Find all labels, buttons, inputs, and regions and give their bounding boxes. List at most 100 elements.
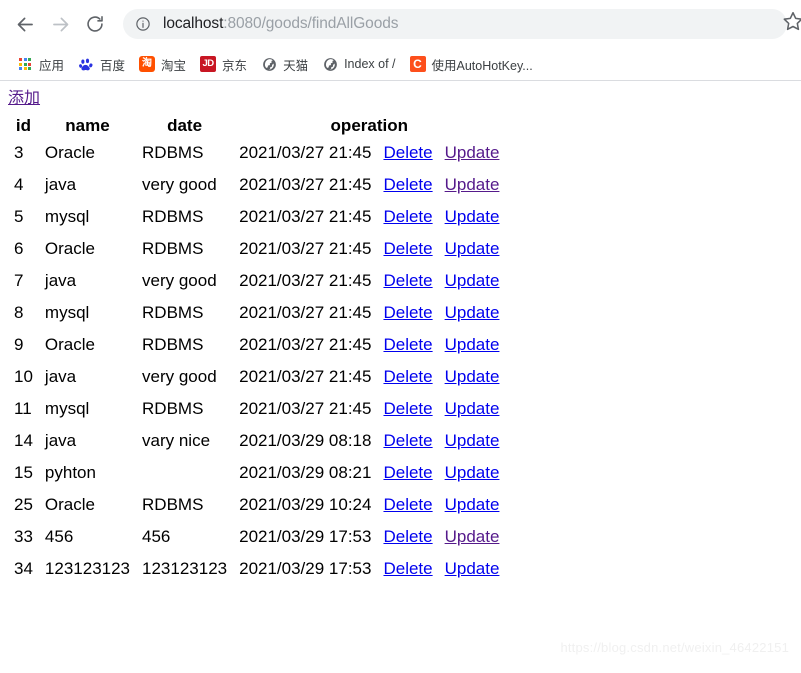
cell-description: RDBMS: [142, 495, 204, 514]
arrow-left-icon: [15, 14, 36, 35]
taobao-icon: 淘: [139, 56, 156, 72]
delete-link[interactable]: Delete: [383, 367, 432, 386]
update-link[interactable]: Update: [445, 143, 500, 162]
cell-delete: Delete: [377, 489, 438, 521]
table-row: 11 mysql RDBMS 2021/03/27 21:45 Delete Update: [8, 393, 505, 425]
cell-name: mysql: [44, 207, 90, 226]
delete-link[interactable]: Delete: [383, 527, 432, 546]
cell-delete: Delete: [377, 201, 438, 233]
update-link[interactable]: Update: [445, 399, 500, 418]
delete-link[interactable]: Delete: [383, 239, 432, 258]
bookmark-taobao[interactable]: 淘 淘宝: [133, 52, 192, 76]
update-link[interactable]: Update: [445, 239, 500, 258]
column-header-date: date: [167, 116, 203, 135]
column-header-operation: operation: [330, 116, 408, 135]
bookmark-jd[interactable]: JD 京东: [194, 52, 253, 76]
star-outline-icon: [782, 10, 801, 37]
update-link[interactable]: Update: [445, 303, 500, 322]
update-link[interactable]: Update: [445, 495, 500, 514]
cell-update: Update: [439, 137, 506, 169]
delete-link[interactable]: Delete: [383, 431, 432, 450]
update-link[interactable]: Update: [445, 559, 500, 578]
bookmark-label: Index of /: [344, 57, 396, 71]
bookmark-label: 百度: [100, 58, 126, 73]
cell-description: RDBMS: [142, 207, 204, 226]
update-link[interactable]: Update: [445, 271, 500, 290]
cell-id: 10: [14, 367, 33, 386]
cell-name: Oracle: [44, 495, 95, 514]
delete-link[interactable]: Delete: [383, 399, 432, 418]
delete-link[interactable]: Delete: [383, 559, 432, 578]
bookmark-index-of[interactable]: Index of /: [316, 52, 401, 76]
delete-link[interactable]: Delete: [383, 335, 432, 354]
bookmark-baidu[interactable]: 百度: [72, 52, 131, 76]
cell-id: 5: [14, 207, 24, 226]
cell-id: 25: [14, 495, 33, 514]
cell-update: Update: [439, 297, 506, 329]
cell-date: 2021/03/29 08:21: [239, 463, 372, 482]
cell-description: [136, 457, 233, 489]
cell-id: 3: [14, 143, 24, 162]
info-circle-icon[interactable]: [134, 15, 152, 33]
cell-date: 2021/03/29 10:24: [239, 495, 372, 514]
delete-link[interactable]: Delete: [383, 463, 432, 482]
cell-description: very good: [142, 367, 217, 386]
column-header-name: name: [65, 116, 110, 135]
cell-description: RDBMS: [142, 143, 204, 162]
cell-id: 14: [14, 431, 33, 450]
table-row: 14 java vary nice 2021/03/29 08:18 Delete Upd…: [8, 425, 505, 457]
table-row: 5 mysql RDBMS 2021/03/27 21:45 Delete Update: [8, 201, 505, 233]
table-row: 3 Oracle RDBMS 2021/03/27 21:45 Delete Update: [8, 137, 505, 169]
table-body: 3 Oracle RDBMS 2021/03/27 21:45 Delete Update…: [8, 137, 505, 585]
bookmark-label: 应用: [39, 58, 65, 73]
cell-id: 34: [14, 559, 33, 578]
update-link[interactable]: Update: [445, 431, 500, 450]
delete-link[interactable]: Delete: [383, 303, 432, 322]
delete-link[interactable]: Delete: [383, 271, 432, 290]
back-button[interactable]: [10, 9, 40, 39]
reload-icon: [85, 14, 105, 34]
apps-grid-icon: [17, 56, 33, 72]
table-row: 9 Oracle RDBMS 2021/03/27 21:45 Delete Update: [8, 329, 505, 361]
update-link[interactable]: Update: [445, 463, 500, 482]
cell-date: 2021/03/27 21:45: [239, 271, 372, 290]
bookmark-autohotkey[interactable]: C 使用AutoHotKey...: [404, 52, 539, 76]
bookmarks-bar: 应用 百度 淘 淘宝 JD 京东 天猫 Index of / C 使用AutoH…: [0, 48, 801, 81]
update-link[interactable]: Update: [445, 207, 500, 226]
cell-description: 456: [142, 527, 171, 546]
page-content: 添加 id name date operation 3 Oracle RDBMS 20…: [0, 81, 801, 673]
bookmark-tmall[interactable]: 天猫: [255, 52, 314, 76]
cell-name: java: [44, 367, 77, 386]
cell-name: java: [44, 175, 77, 194]
cell-date: 2021/03/27 21:45: [239, 335, 372, 354]
cell-update: Update: [439, 265, 506, 297]
forward-button[interactable]: [45, 9, 75, 39]
delete-link[interactable]: Delete: [383, 143, 432, 162]
bookmark-star-button[interactable]: [779, 9, 801, 37]
cell-date: 2021/03/29 17:53: [239, 527, 372, 546]
update-link[interactable]: Update: [445, 367, 500, 386]
delete-link[interactable]: Delete: [383, 207, 432, 226]
delete-link[interactable]: Delete: [383, 175, 432, 194]
cell-delete: Delete: [377, 521, 438, 553]
cell-update: Update: [439, 329, 506, 361]
cell-description: RDBMS: [142, 335, 204, 354]
update-link[interactable]: Update: [445, 175, 500, 194]
cell-description: RDBMS: [142, 399, 204, 418]
cell-update: Update: [439, 489, 506, 521]
cell-delete: Delete: [377, 137, 438, 169]
update-link[interactable]: Update: [445, 527, 500, 546]
address-bar[interactable]: localhost:8080/goods/findAllGoods: [123, 9, 787, 39]
globe-icon: [322, 56, 338, 72]
reload-button[interactable]: [80, 9, 110, 39]
update-link[interactable]: Update: [445, 335, 500, 354]
bookmark-apps[interactable]: 应用: [11, 52, 70, 76]
cell-name: 456: [44, 527, 74, 546]
cell-description: very good: [142, 271, 217, 290]
cell-update: Update: [439, 361, 506, 393]
cell-description: RDBMS: [142, 239, 204, 258]
browser-chrome: localhost:8080/goods/findAllGoods 应用 百度 …: [0, 0, 801, 81]
cell-description: vary nice: [142, 431, 211, 450]
delete-link[interactable]: Delete: [383, 495, 432, 514]
add-goods-link[interactable]: 添加: [8, 89, 40, 109]
